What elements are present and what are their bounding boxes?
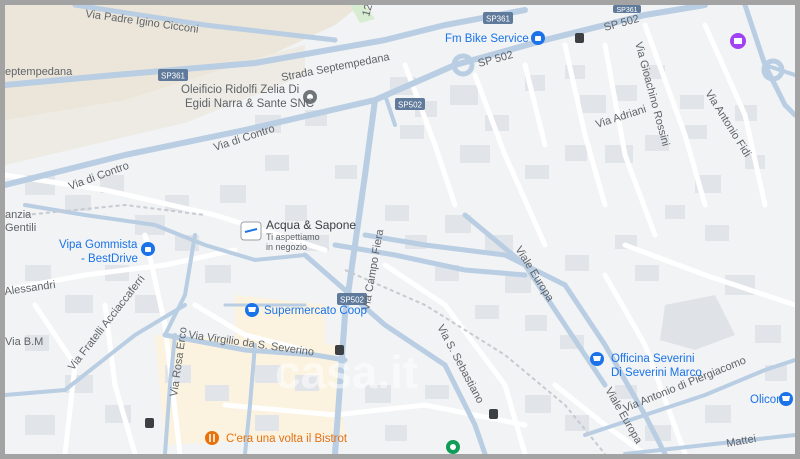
poi-label-oleificio-1: Oleificio Ridolfi Zelia Di [181, 84, 299, 96]
poi-label-supermercato: Supermercato Coop [264, 305, 367, 317]
poi-supermercato-coop[interactable]: Supermercato Coop [245, 303, 367, 317]
poi-sub-acqua-sapone-2: in negozio [266, 242, 307, 252]
poi-green[interactable] [446, 440, 460, 454]
poi-purple[interactable] [730, 33, 746, 49]
poi-label-officina-2: Di Severini Marco [611, 367, 702, 379]
shield-sp361-top-text: SP361 [486, 15, 511, 24]
landmark-icon [734, 38, 742, 44]
poi-label-bistrot: C'era una volta il Bistrot [226, 433, 348, 445]
poi-bistrot[interactable]: C'era una volta il Bistrot [205, 431, 348, 445]
cart-icon [782, 396, 790, 401]
poi-label-fm-bike: Fm Bike Service [445, 33, 529, 45]
road-label-via-bm: Via B.M [5, 336, 43, 348]
bus-stop-icon-2 [335, 345, 344, 355]
poi-label-vipa-2: - BestDrive [81, 253, 138, 265]
cart-icon [593, 356, 601, 361]
map-canvas[interactable]: SP361 SP361 SP502 SP502 SP361 Via Padre … [5, 5, 795, 454]
lock-icon [145, 247, 151, 252]
bus-stop-icon [575, 33, 584, 43]
poi-label-acqua-sapone: Acqua & Sapone [266, 218, 356, 232]
map-frame: SP361 SP361 SP502 SP502 SP361 Via Padre … [0, 0, 800, 459]
bus-stop-icon-4 [145, 418, 154, 428]
watermark: casa.it [275, 346, 418, 398]
shield-sp361-left-text: SP361 [161, 72, 186, 81]
poi-pin-icon [205, 431, 219, 445]
bus-stop-icon-3 [489, 409, 498, 419]
poi-label-oleificio-2: Egidi Narra & Sante SNC [185, 98, 314, 110]
poi-label-agenzia-1: anzia [5, 209, 32, 221]
lock-icon [535, 36, 541, 41]
poi-olicor[interactable]: Olicor [750, 392, 793, 406]
road-label-septempedana-left: eptempedana [5, 66, 73, 78]
poi-label-officina-1: Officina Severini [611, 353, 695, 365]
poi-label-olicor: Olicor [750, 394, 780, 406]
poi-label-vipa-1: Vipa Gommista [59, 239, 138, 251]
poi-label-agenzia-2: Gentili [5, 222, 36, 234]
flower-icon [450, 444, 456, 450]
cart-icon [248, 307, 256, 312]
shield-sp502-mid-text: SP502 [398, 101, 423, 110]
poi-sub-acqua-sapone-1: Ti aspettiamo [266, 232, 320, 242]
